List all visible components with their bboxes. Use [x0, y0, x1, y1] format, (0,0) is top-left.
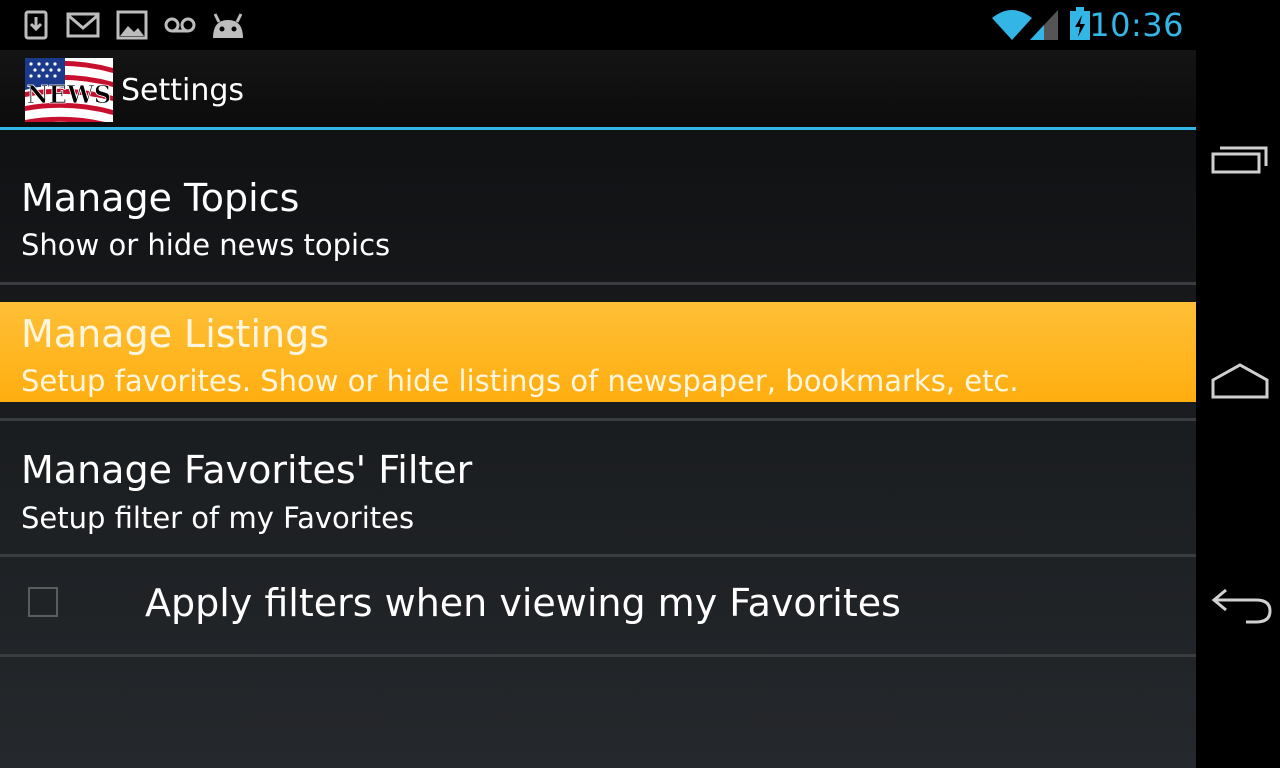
- battery-charging-icon: [1069, 7, 1091, 45]
- apply-filters-checkbox[interactable]: [28, 587, 58, 617]
- settings-list: Manage Topics Show or hide news topics M…: [0, 130, 1196, 768]
- page-title: Settings: [121, 73, 245, 108]
- pref-title: Manage Topics: [21, 176, 300, 220]
- checkbox-label: Apply filters when viewing my Favorites: [145, 581, 901, 625]
- list-divider: [0, 282, 1196, 285]
- pref-title: Manage Listings: [21, 312, 330, 356]
- status-clock: 10:36: [1089, 6, 1184, 44]
- recent-apps-button[interactable]: [1196, 100, 1280, 220]
- android-icon: [209, 10, 247, 44]
- app-logo-text: NEWS: [27, 80, 112, 109]
- home-icon: [1210, 362, 1270, 404]
- download-icon: [24, 10, 48, 44]
- pref-apply-filters[interactable]: Apply filters when viewing my Favorites: [0, 557, 1196, 654]
- status-bar: 10:36: [0, 0, 1196, 50]
- pref-summary: Setup favorites. Show or hide listings o…: [21, 364, 1019, 398]
- app-logo-icon[interactable]: NEWS: [25, 58, 113, 122]
- wifi-icon: [992, 8, 1032, 46]
- signal-icon: [1030, 8, 1058, 46]
- pref-summary: Show or hide news topics: [21, 228, 391, 262]
- back-icon: [1210, 586, 1274, 630]
- list-divider: [0, 654, 1196, 657]
- back-button[interactable]: [1196, 546, 1280, 666]
- pref-manage-favorites-filter[interactable]: Manage Favorites' Filter Setup filter of…: [0, 421, 1196, 554]
- action-bar: NEWS Settings: [0, 50, 1196, 127]
- app-screen: 10:36 NEWS Settings Manage Topics Show o…: [0, 0, 1196, 768]
- pref-manage-listings[interactable]: Manage Listings Setup favorites. Show or…: [0, 302, 1196, 402]
- recent-apps-icon: [1210, 142, 1270, 180]
- navigation-bar: [1196, 0, 1280, 768]
- pref-summary: Setup filter of my Favorites: [21, 501, 415, 535]
- gallery-icon: [116, 10, 148, 44]
- home-button[interactable]: [1196, 322, 1280, 442]
- voicemail-icon: [164, 16, 196, 38]
- gmail-icon: [66, 12, 100, 42]
- pref-title: Manage Favorites' Filter: [21, 448, 473, 492]
- pref-manage-topics[interactable]: Manage Topics Show or hide news topics: [0, 130, 1196, 282]
